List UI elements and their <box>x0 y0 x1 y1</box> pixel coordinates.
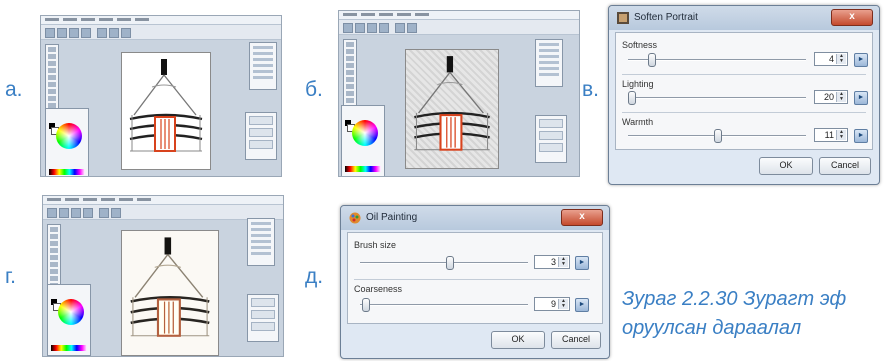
spinner-arrows-icon[interactable]: ▲ ▼ <box>836 54 846 64</box>
ok-button[interactable]: OK <box>759 157 813 175</box>
close-icon: x <box>579 211 585 222</box>
menu-bar <box>43 196 283 205</box>
ok-button[interactable]: OK <box>491 331 545 349</box>
reset-icon: ► <box>857 56 865 63</box>
dialog-body: Softness 4 ▲ ▼ ► Lighting 20 ▲ ▼ ► Warmth 11… <box>615 32 873 150</box>
close-button[interactable]: x <box>831 9 873 26</box>
toolbar <box>339 20 579 35</box>
dialog-title: Soften Portrait <box>634 12 698 23</box>
colors-panel <box>341 105 385 176</box>
yurt-drawing <box>129 59 203 152</box>
spinner-arrows-icon[interactable]: ▲ ▼ <box>836 92 846 102</box>
colors-panel <box>47 284 91 356</box>
coarseness-label: Coarseness <box>354 284 403 294</box>
reset-icon: ► <box>857 132 865 139</box>
brush-size-slider-track[interactable] <box>360 262 528 264</box>
label-a: а. <box>5 78 23 101</box>
history-panel <box>249 42 277 90</box>
caption-line-1: Зураг 2.2.30 Зурагт эф <box>622 288 847 310</box>
spinner-arrows-icon[interactable]: ▲ ▼ <box>558 299 568 309</box>
divider <box>622 74 866 75</box>
image-canvas <box>121 230 219 356</box>
layers-panel <box>245 112 277 160</box>
divider <box>354 279 590 280</box>
label-v: в. <box>582 78 599 101</box>
coarseness-slider-track[interactable] <box>360 304 528 306</box>
coarseness-slider-thumb[interactable] <box>362 298 370 312</box>
screenshot-g <box>42 195 284 357</box>
app-icon <box>617 12 629 24</box>
tools-panel <box>45 44 59 118</box>
softness-value-field[interactable]: 4 ▲ ▼ <box>814 52 848 66</box>
screenshot-b <box>338 10 580 177</box>
layers-panel <box>247 294 279 342</box>
close-button[interactable]: x <box>561 209 603 226</box>
history-panel <box>247 218 275 266</box>
warmth-label: Warmth <box>622 117 654 127</box>
label-b: б. <box>305 78 323 101</box>
menu-bar <box>41 16 281 25</box>
reset-icon: ► <box>857 94 865 101</box>
reset-icon: ► <box>578 301 586 308</box>
yurt-drawing <box>130 237 210 337</box>
image-canvas <box>121 52 211 170</box>
layers-panel <box>535 115 567 163</box>
coarseness-reset-button[interactable]: ► <box>575 298 589 312</box>
screenshot-a <box>40 15 282 177</box>
dialog-body: Brush size 3 ▲ ▼ ► Coarseness 9 ▲ ▼ ► <box>347 232 603 324</box>
cancel-button[interactable]: Cancel <box>819 157 871 175</box>
oil-painting-dialog: Oil Painting x Brush size 3 ▲ ▼ ► Coarsene… <box>340 205 610 359</box>
yurt-drawing <box>414 56 490 151</box>
warmth-slider-thumb[interactable] <box>714 129 722 143</box>
lighting-slider-thumb[interactable] <box>628 91 636 105</box>
softness-label: Softness <box>622 40 658 50</box>
lighting-value-field[interactable]: 20 ▲ ▼ <box>814 90 848 104</box>
dialog-titlebar: Soften Portrait x <box>609 6 879 30</box>
label-d: д. <box>305 265 324 288</box>
lighting-slider-track[interactable] <box>628 97 806 99</box>
softness-slider-thumb[interactable] <box>648 53 656 67</box>
caption-line-2: оруулсан дараалал <box>622 317 802 339</box>
warmth-reset-button[interactable]: ► <box>854 129 868 143</box>
label-g: г. <box>5 265 16 288</box>
lighting-label: Lighting <box>622 79 654 89</box>
dialog-title: Oil Painting <box>366 212 418 223</box>
coarseness-value-field[interactable]: 9 ▲ ▼ <box>534 297 570 311</box>
lighting-reset-button[interactable]: ► <box>854 91 868 105</box>
menu-bar <box>339 11 579 20</box>
close-icon: x <box>849 11 855 22</box>
reset-icon: ► <box>578 259 586 266</box>
divider <box>622 112 866 113</box>
softness-reset-button[interactable]: ► <box>854 53 868 67</box>
tools-panel <box>343 39 357 113</box>
brush-size-slider-thumb[interactable] <box>446 256 454 270</box>
colors-panel <box>45 108 89 176</box>
spinner-arrows-icon[interactable]: ▲ ▼ <box>558 257 568 267</box>
color-wheel-icon <box>58 299 84 325</box>
warmth-value-field[interactable]: 11 ▲ ▼ <box>814 128 848 142</box>
spinner-arrows-icon[interactable]: ▲ ▼ <box>836 130 846 140</box>
dialog-titlebar: Oil Painting x <box>341 206 609 230</box>
image-canvas <box>405 49 499 169</box>
cancel-button[interactable]: Cancel <box>551 331 601 349</box>
history-panel <box>535 39 563 87</box>
soften-portrait-dialog: Soften Portrait x Softness 4 ▲ ▼ ► Lightin… <box>608 5 880 185</box>
color-wheel-icon <box>352 120 378 146</box>
brush-size-value-field[interactable]: 3 ▲ ▼ <box>534 255 570 269</box>
brush-size-label: Brush size <box>354 240 397 250</box>
app-icon <box>349 212 361 224</box>
brush-size-reset-button[interactable]: ► <box>575 256 589 270</box>
color-wheel-icon <box>56 123 82 149</box>
figure-caption: Зураг 2.2.30 Зурагт эф оруулсан дараалал <box>622 285 846 343</box>
toolbar <box>41 25 281 40</box>
